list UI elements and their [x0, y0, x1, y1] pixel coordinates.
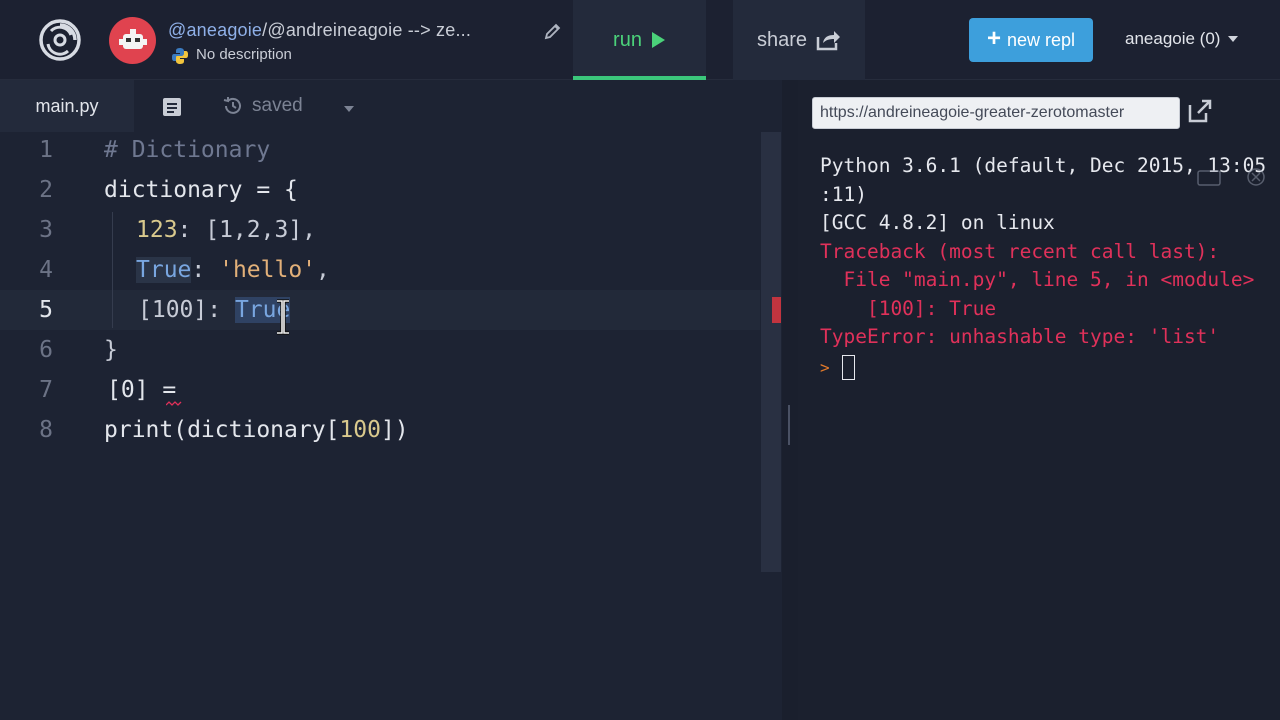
new-repl-button[interactable]: + new repl — [969, 18, 1093, 62]
console-controls-icon[interactable] — [1196, 165, 1276, 189]
play-icon — [651, 32, 665, 48]
code-string: 'hello' — [219, 257, 317, 283]
code-text: } — [104, 337, 118, 363]
pane-resize-handle[interactable] — [788, 405, 790, 445]
code-line[interactable]: 2 dictionary = { — [0, 170, 760, 210]
code-text: True: 'hello', — [136, 257, 330, 283]
robot-avatar-icon — [118, 28, 147, 49]
repl-url-field[interactable]: https://andreineagoie-greater-zerotomast… — [812, 97, 1180, 129]
run-label: run — [613, 28, 642, 51]
code-punct: : [1,2,3], — [177, 217, 317, 243]
repl-description[interactable]: No description — [196, 46, 292, 63]
error-squiggle — [166, 401, 182, 406]
file-tab-label: main.py — [35, 95, 99, 116]
user-menu[interactable]: aneagoie (0) — [1125, 29, 1239, 49]
saved-dropdown[interactable] — [344, 106, 354, 112]
files-icon[interactable] — [162, 97, 182, 117]
code-line[interactable]: 8 print(dictionary[100]) — [0, 410, 760, 450]
repl-title[interactable]: @aneagoie/@andreineagoie --> ze... — [168, 20, 471, 41]
code-text: print(dictionary[100]) — [104, 417, 409, 443]
chevron-down-icon — [344, 106, 354, 112]
code-punct: , — [316, 257, 330, 283]
open-new-tab-icon[interactable] — [1186, 97, 1214, 125]
repl-logo-icon[interactable] — [38, 18, 82, 62]
error-line: [100]: True — [820, 296, 997, 320]
python-icon — [172, 48, 188, 64]
console-panel[interactable]: https://andreineagoie-greater-zerotomast… — [798, 80, 1280, 720]
code-line-current[interactable]: 5 [100]: True — [0, 290, 760, 330]
code-line[interactable]: 3 123: [1,2,3], — [0, 210, 760, 250]
console-prompt[interactable]: > — [820, 354, 1280, 383]
line-number: 5 — [39, 297, 53, 323]
saved-label: saved — [252, 95, 303, 116]
top-bar: @aneagoie/@andreineagoie --> ze... No de… — [0, 0, 1280, 80]
error-line: File "main.py", line 5, in <module> — [820, 268, 1255, 291]
code-editor[interactable]: 1 # Dictionary 2 dictionary = { 3 123: [… — [0, 132, 782, 720]
line-number: 1 — [39, 137, 53, 163]
username-label: aneagoie (0) — [1125, 29, 1221, 48]
console-line: [GCC 4.8.2] on linux — [820, 211, 1055, 234]
error-marker — [772, 297, 781, 323]
chevron-down-icon — [1228, 36, 1239, 42]
editor-scrollbar[interactable] — [761, 132, 781, 572]
avatar[interactable] — [109, 17, 156, 64]
new-repl-label: new repl — [1006, 29, 1076, 50]
console-cursor — [841, 355, 855, 381]
error-line: Traceback (most recent call last): — [820, 239, 1220, 263]
plus-icon: + — [986, 25, 1001, 52]
repl-owner-link[interactable]: @aneagoie — [168, 20, 262, 40]
run-tab-underline — [573, 76, 706, 80]
code-line[interactable]: 6 } — [0, 330, 760, 370]
code-text: dictionary = { — [104, 177, 298, 203]
line-number: 2 — [39, 177, 53, 203]
code-number: 100 — [339, 417, 381, 443]
line-number: 8 — [39, 417, 53, 443]
line-number: 4 — [39, 257, 53, 283]
text-cursor-icon — [277, 299, 289, 335]
share-icon — [816, 31, 841, 51]
history-icon — [223, 97, 241, 114]
code-punct: ]) — [380, 417, 409, 443]
saved-status[interactable]: saved — [222, 95, 303, 117]
code-line[interactable]: 1 # Dictionary — [0, 130, 760, 170]
code-fn: print(dictionary[ — [104, 417, 340, 443]
code-text: # Dictionary — [104, 137, 271, 163]
pane-divider[interactable] — [782, 80, 798, 720]
pencil-icon[interactable] — [544, 22, 562, 40]
code-text: 123: [1,2,3], — [136, 217, 316, 243]
error-line: TypeError: unhashable type: 'list' — [820, 325, 1220, 348]
code-line[interactable]: 7 [0] = — [0, 370, 760, 410]
line-number: 3 — [39, 217, 53, 243]
share-label: share — [756, 28, 808, 51]
line-number: 6 — [39, 337, 53, 363]
code-punct: : — [191, 257, 220, 283]
line-number: 7 — [39, 377, 53, 403]
code-number: 123 — [136, 217, 178, 243]
code-keyword: True — [136, 257, 192, 283]
code-text: [0] = — [107, 377, 177, 403]
prompt-arrow: > — [820, 357, 830, 377]
code-line[interactable]: 4 True: 'hello', — [0, 250, 760, 290]
share-button[interactable]: share — [733, 0, 865, 80]
run-button[interactable]: run — [573, 0, 706, 80]
code-text: [100]: True — [138, 297, 291, 323]
code-punct: [100]: — [138, 297, 235, 323]
file-tab-main[interactable]: main.py — [0, 80, 134, 132]
repl-name: /@andreineagoie --> ze... — [262, 20, 472, 40]
